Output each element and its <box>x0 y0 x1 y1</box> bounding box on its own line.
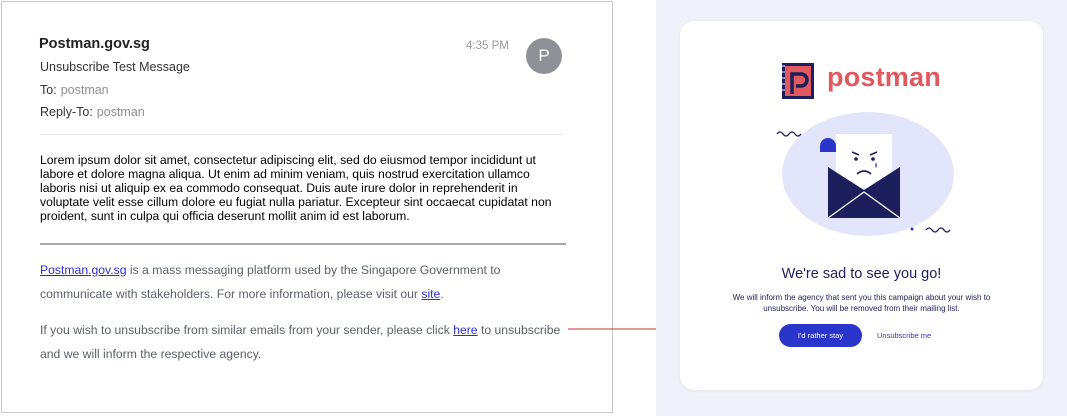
footer-divider <box>40 243 566 245</box>
unsubscribe-text-start: If you wish to unsubscribe from similar … <box>40 323 454 337</box>
email-time: 4:35 PM <box>466 40 509 52</box>
email-to-row: To: postman <box>40 83 109 97</box>
avatar[interactable]: P <box>526 38 562 74</box>
unsubscribe-title: We're sad to see you go! <box>781 266 942 282</box>
footer-info-paragraph: Postman.gov.sg is a mass messaging platf… <box>40 258 570 306</box>
email-subject: Unsubscribe Test Message <box>40 60 190 74</box>
here-link[interactable]: here <box>453 323 477 337</box>
email-sender: Postman.gov.sg <box>39 36 150 52</box>
to-value: postman <box>60 83 109 97</box>
footer-unsubscribe-paragraph: If you wish to unsubscribe from similar … <box>40 318 570 366</box>
to-label: To: <box>40 83 57 97</box>
unsubscribe-me-link[interactable]: Unsubscribe me <box>877 331 931 340</box>
header-divider <box>40 134 562 135</box>
reply-to-label: Reply-To: <box>40 105 93 119</box>
postman-link[interactable]: Postman.gov.sg <box>40 263 126 277</box>
postman-logo-icon <box>782 63 814 99</box>
stay-button[interactable]: I'd rather stay <box>779 324 862 347</box>
reply-to-value: postman <box>96 105 145 119</box>
site-link[interactable]: site <box>421 287 440 301</box>
email-reply-to-row: Reply-To: postman <box>40 105 145 119</box>
footer-info-end: . <box>440 287 444 301</box>
email-body: Lorem ipsum dolor sit amet, consectetur … <box>40 153 552 223</box>
unsubscribe-message: We will inform the agency that sent you … <box>732 293 991 313</box>
sad-envelope-illustration <box>776 112 954 236</box>
postman-logo-text: postman <box>827 62 941 92</box>
